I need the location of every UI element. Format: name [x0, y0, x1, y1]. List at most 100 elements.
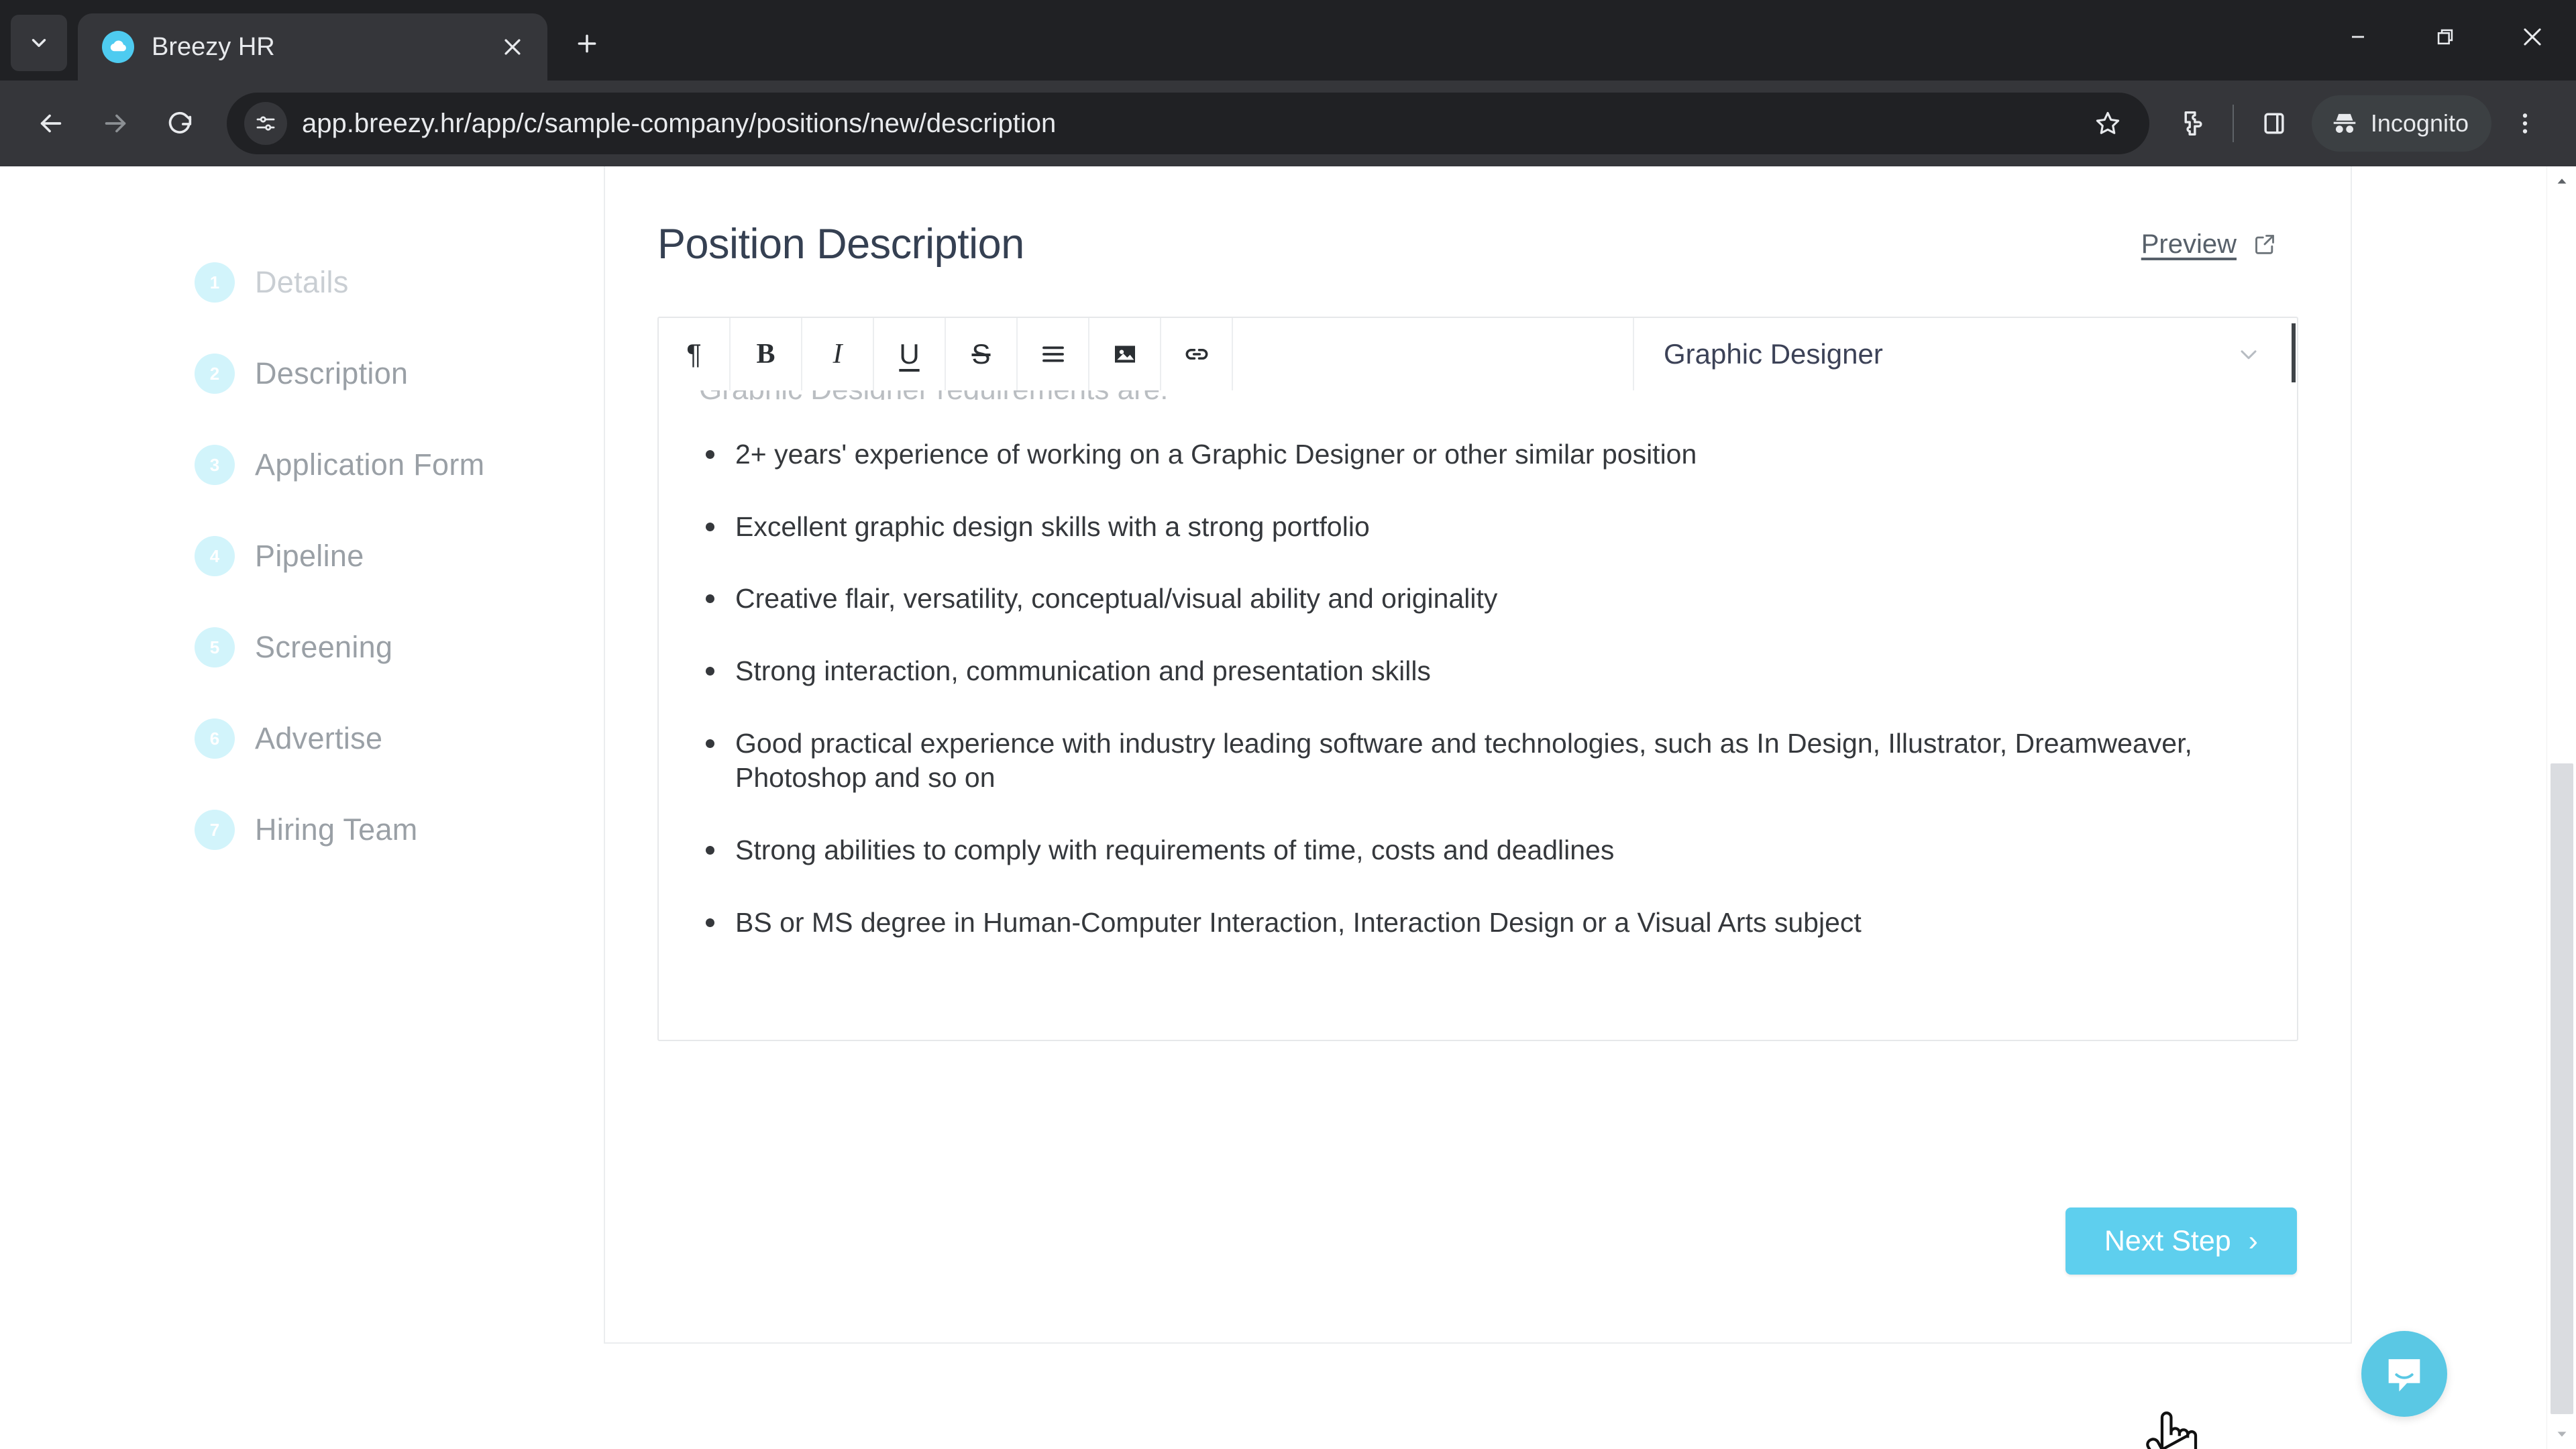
bold-icon[interactable]: B [731, 318, 802, 390]
card-footer: Next Step › [657, 1208, 2298, 1275]
incognito-label: Incognito [2370, 109, 2469, 137]
wizard-steps-sidebar: 1 Details 2 Description 3 Application Fo… [0, 166, 604, 1449]
step-number: 2 [195, 354, 235, 394]
requirements-list: 2+ years' experience of working on a Gra… [696, 437, 2257, 940]
address-bar[interactable]: app.breezy.hr/app/c/sample-company/posit… [227, 93, 2149, 154]
step-number: 3 [195, 445, 235, 485]
window-controls [2314, 0, 2576, 74]
chevron-down-icon [32, 39, 46, 47]
side-panel-icon [2264, 113, 2284, 134]
image-icon [1114, 345, 1135, 363]
sidebar-item-screening[interactable]: 5 Screening [195, 602, 604, 693]
sidebar-item-label: Application Form [255, 447, 485, 482]
insert-link-icon[interactable] [1161, 318, 1233, 390]
sidebar-item-pipeline[interactable]: 4 Pipeline [195, 511, 604, 602]
sidebar-item-advertise[interactable]: 6 Advertise [195, 693, 604, 784]
sidebar-item-application-form[interactable]: 3 Application Form [195, 419, 604, 511]
incognito-icon [2333, 113, 2356, 133]
strikethrough-icon[interactable]: S [946, 318, 1018, 390]
side-panel-button[interactable] [2246, 95, 2302, 152]
page-scrollbar[interactable] [2546, 166, 2576, 1449]
italic-icon[interactable]: I [802, 318, 874, 390]
scroll-down-button[interactable] [2547, 1419, 2576, 1449]
toolbar-divider [2232, 105, 2234, 142]
job-template-select[interactable]: Graphic Designer [1633, 318, 2297, 390]
editor-content[interactable]: Graphic Designer requirements are: 2+ ye… [659, 390, 2297, 1040]
preview-link[interactable]: Preview [2141, 229, 2278, 260]
tab-strip: Breezy HR [0, 0, 2576, 80]
step-number: 4 [195, 536, 235, 576]
reload-button[interactable] [148, 91, 212, 156]
job-template-value: Graphic Designer [1664, 338, 1883, 370]
page-viewport: 1 Details 2 Description 3 Application Fo… [0, 166, 2576, 1449]
scroll-up-button[interactable] [2547, 166, 2576, 196]
chevron-down-icon [2241, 350, 2257, 360]
incognito-indicator[interactable]: Incognito [2311, 95, 2491, 152]
sidebar-item-label: Pipeline [255, 539, 364, 573]
sidebar-item-details[interactable]: 1 Details [195, 237, 604, 328]
sidebar-item-hiring-team[interactable]: 7 Hiring Team [195, 784, 604, 875]
underline-icon[interactable]: U [874, 318, 946, 390]
back-button[interactable] [19, 91, 83, 156]
browser-tab[interactable]: Breezy HR [78, 13, 547, 80]
card-header: Position Description Preview [657, 220, 2298, 268]
tab-close-button[interactable] [496, 31, 529, 63]
reload-icon [168, 111, 192, 133]
step-number: 1 [195, 262, 235, 303]
list-item: 2+ years' experience of working on a Gra… [696, 437, 2257, 472]
sidebar-item-label: Hiring Team [255, 812, 418, 847]
puzzle-icon [2184, 111, 2202, 136]
italic-glyph: I [833, 339, 843, 370]
bookmark-star-button[interactable] [2084, 99, 2132, 148]
rich-text-editor: ¶ B I U S Graphic Designer 2+ years' exp… [657, 317, 2298, 1041]
step-number: 5 [195, 627, 235, 667]
next-step-button[interactable]: Next Step › [2065, 1208, 2297, 1275]
tab-title: Breezy HR [152, 32, 275, 61]
sidebar-item-label: Advertise [255, 721, 383, 755]
preview-label: Preview [2141, 229, 2237, 259]
paragraph-glyph: ¶ [686, 338, 702, 370]
star-icon [2096, 111, 2120, 134]
restore-icon [2437, 29, 2453, 45]
close-icon [2524, 28, 2541, 46]
window-minimize-button[interactable] [2314, 0, 2402, 74]
site-settings-icon[interactable] [244, 102, 287, 145]
list-item: Strong interaction, communication and pr… [696, 654, 2257, 689]
intercom-messenger-button[interactable] [2361, 1331, 2447, 1417]
list-item: Excellent graphic design skills with a s… [696, 510, 2257, 545]
tab-search-button[interactable] [11, 15, 67, 71]
list-icon [1042, 346, 1064, 362]
kebab-menu-icon [2522, 113, 2528, 133]
scrollbar-thumb[interactable] [2551, 763, 2573, 1414]
chrome-menu-button[interactable] [2498, 91, 2552, 156]
close-icon [504, 39, 521, 55]
bold-glyph: B [756, 339, 775, 370]
new-tab-button[interactable] [564, 20, 610, 67]
link-icon [1185, 348, 1208, 360]
arrow-left-icon [40, 114, 62, 133]
editor-tool-group: ¶ B I U S [659, 318, 1233, 390]
paragraph-icon[interactable]: ¶ [659, 318, 731, 390]
breezy-app: 1 Details 2 Description 3 Application Fo… [0, 166, 2546, 1449]
browser-window: Breezy HR app.breezy.hr/app/c/sample-com… [0, 0, 2576, 1449]
window-maximize-button[interactable] [2402, 0, 2489, 74]
forward-button[interactable] [83, 91, 148, 156]
next-step-label: Next Step [2104, 1224, 2231, 1257]
position-description-card: Position Description Preview ¶ B I U S G… [604, 166, 2352, 1344]
strikethrough-glyph: S [971, 338, 991, 370]
page-title: Position Description [657, 221, 1024, 268]
bullet-list-icon[interactable] [1018, 318, 1089, 390]
browser-toolbar: app.breezy.hr/app/c/sample-company/posit… [0, 80, 2576, 166]
editor-toolbar: ¶ B I U S Graphic Designer [659, 318, 2297, 390]
caret-up-icon [2557, 178, 2567, 184]
window-close-button[interactable] [2489, 0, 2576, 74]
list-item: BS or MS degree in Human-Computer Intera… [696, 906, 2257, 941]
sidebar-item-label: Screening [255, 630, 393, 664]
sidebar-item-description[interactable]: 2 Description [195, 328, 604, 419]
breezy-favicon [102, 31, 134, 63]
list-item: Creative flair, versatility, conceptual/… [696, 582, 2257, 616]
extensions-button[interactable] [2164, 95, 2220, 152]
mouse-cursor-pointer [2146, 1411, 2198, 1449]
insert-image-icon[interactable] [1089, 318, 1161, 390]
plus-icon [578, 34, 596, 53]
